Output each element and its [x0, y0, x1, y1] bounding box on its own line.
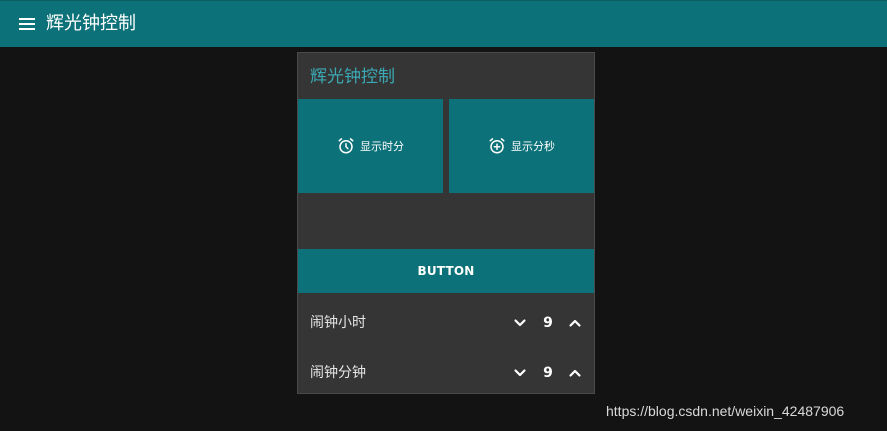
alarm-clock-icon — [338, 138, 354, 154]
app-title: 辉光钟控制 — [46, 13, 136, 34]
chevron-up-icon[interactable] — [568, 366, 582, 380]
watermark-text: https://blog.csdn.net/weixin_42487906 — [606, 403, 845, 419]
show-minute-second-label: 显示分秒 — [511, 140, 555, 153]
show-hour-minute-label: 显示时分 — [360, 140, 404, 153]
card-title: 辉光钟控制 — [310, 67, 395, 87]
show-hour-minute-button[interactable]: 显示时分 — [298, 99, 443, 193]
action-button-label: BUTTON — [417, 264, 475, 278]
control-card: 辉光钟控制 显示时分 显示分秒 BUTTON 闹钟小时 9 闹钟分钟 9 — [297, 52, 595, 394]
alarm-hour-value: 9 — [543, 315, 553, 331]
chevron-down-icon[interactable] — [513, 316, 527, 330]
hamburger-menu-icon[interactable] — [19, 18, 35, 31]
alarm-add-icon — [489, 138, 505, 154]
alarm-minute-label: 闹钟分钟 — [310, 365, 366, 381]
action-button[interactable]: BUTTON — [298, 249, 594, 293]
alarm-hour-label: 闹钟小时 — [310, 315, 366, 331]
chevron-up-icon[interactable] — [568, 316, 582, 330]
chevron-down-icon[interactable] — [513, 366, 527, 380]
app-bar: 辉光钟控制 — [0, 0, 887, 47]
alarm-minute-row: 闹钟分钟 9 — [298, 348, 594, 398]
alarm-minute-value: 9 — [543, 365, 553, 381]
alarm-hour-row: 闹钟小时 9 — [298, 298, 594, 348]
show-minute-second-button[interactable]: 显示分秒 — [449, 99, 594, 193]
